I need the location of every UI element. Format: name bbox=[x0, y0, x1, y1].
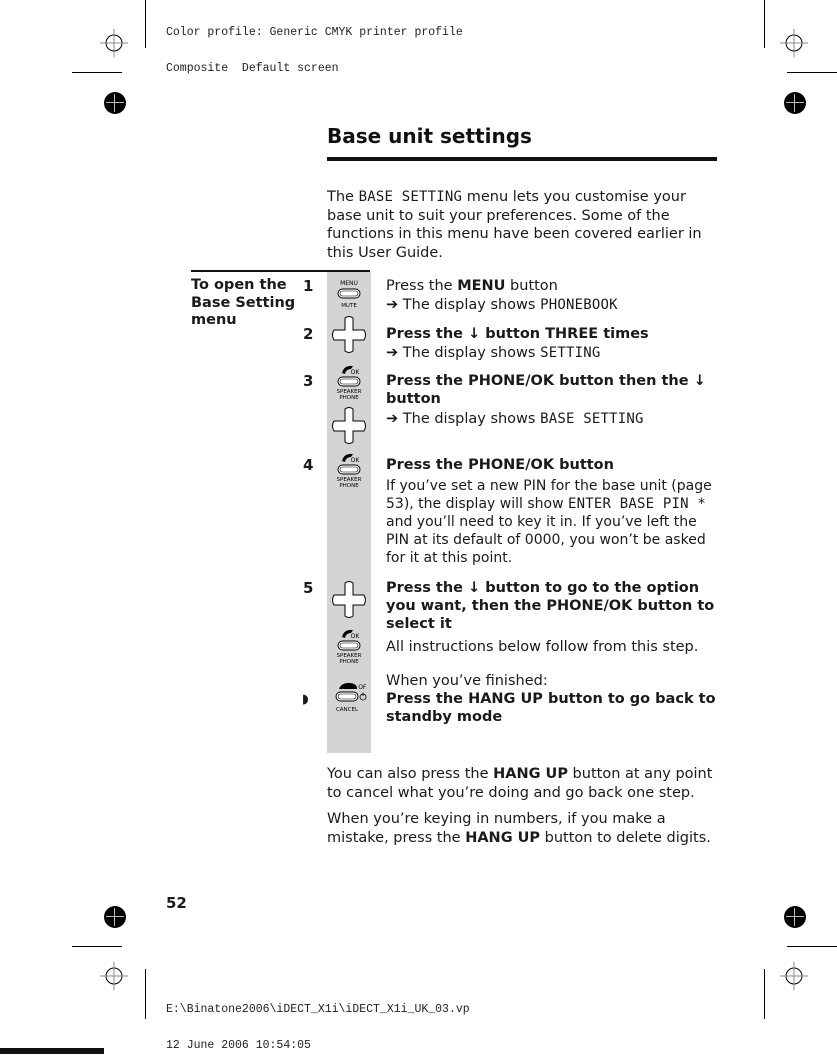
button-name: MENU bbox=[457, 278, 506, 294]
step-text: and you’ll need to key it in. If you’ve … bbox=[386, 514, 706, 566]
arrow-icon: ➔ bbox=[386, 411, 399, 427]
print-header-line-1: Color profile: Generic CMYK printer prof… bbox=[166, 26, 463, 39]
arrow-icon: ➔ bbox=[386, 297, 399, 313]
step-heading: Press the ↓ button THREE times bbox=[386, 326, 649, 342]
crop-mark bbox=[145, 0, 146, 48]
icon-label: PHONE bbox=[339, 395, 359, 401]
lcd-text: BASE SETTING bbox=[358, 189, 463, 205]
step-number: 2 bbox=[303, 325, 314, 343]
step-number: 5 bbox=[303, 579, 314, 597]
section-label: To open the Base Setting menu bbox=[191, 277, 296, 328]
button-name: HANG UP bbox=[468, 691, 543, 707]
button-name: HANG UP bbox=[465, 829, 541, 846]
note-text: You can also press the bbox=[327, 766, 494, 782]
title-rule bbox=[327, 157, 717, 161]
navigation-pad-icon bbox=[332, 316, 366, 353]
note-text: button to delete digits. bbox=[540, 829, 711, 846]
page-number: 52 bbox=[166, 894, 187, 912]
registration-target-icon bbox=[100, 962, 128, 990]
icon-label: OK bbox=[351, 633, 361, 640]
registration-dot-icon bbox=[784, 906, 806, 928]
step-text: All instructions below follow from this … bbox=[386, 639, 699, 655]
registration-dot-icon bbox=[104, 92, 126, 114]
phone-ok-speakerphone-button-icon: OK SPEAKER PHONE bbox=[337, 629, 362, 665]
registration-target-icon bbox=[780, 29, 808, 57]
print-footer-line-1: E:\Binatone2006\iDECT_X1i\iDECT_X1i_UK_0… bbox=[166, 1003, 470, 1016]
button-name: PHONE/OK bbox=[468, 373, 555, 389]
phone-ok-speakerphone-button-icon: OK SPEAKER PHONE bbox=[337, 453, 362, 489]
menu-mute-button-icon: MENU MUTE bbox=[337, 280, 361, 309]
icon-label: OFF bbox=[358, 684, 367, 691]
step-heading: Press the bbox=[386, 373, 469, 389]
display-text: The display shows bbox=[398, 297, 541, 313]
step-number: 1 bbox=[303, 277, 314, 295]
step-5: Press the ↓ button to go to the option y… bbox=[386, 579, 721, 656]
print-header-line-2: Composite Default screen bbox=[166, 62, 339, 75]
button-name: HANG UP bbox=[493, 766, 568, 782]
step-heading: Press the bbox=[386, 278, 458, 294]
step-heading: button bbox=[505, 278, 558, 294]
icon-label: MUTE bbox=[341, 303, 357, 309]
step-heading: Press the bbox=[386, 691, 469, 707]
icon-label: CANCEL bbox=[336, 707, 359, 713]
crop-mark bbox=[72, 72, 122, 73]
icon-label: OK bbox=[351, 457, 361, 464]
print-footer-line-2: 12 June 2006 10:54:05 bbox=[166, 1039, 311, 1052]
navigation-pad-icon bbox=[332, 407, 366, 444]
icon-label: PHONE bbox=[339, 659, 359, 665]
crop-mark bbox=[145, 969, 146, 1019]
crop-mark bbox=[764, 969, 765, 1019]
lcd-text: SETTING bbox=[540, 345, 601, 361]
step-number: 3 bbox=[303, 372, 314, 390]
step-text: When you’ve finished: bbox=[386, 673, 548, 689]
icon-label: PHONE bbox=[339, 483, 359, 489]
print-footer: E:\Binatone2006\iDECT_X1i\iDECT_X1i_UK_0… bbox=[166, 980, 470, 1064]
intro-paragraph: The BASE SETTING menu lets you customise… bbox=[327, 188, 722, 262]
crop-mark bbox=[787, 72, 837, 73]
registration-dot-icon bbox=[784, 92, 806, 114]
step-4: Press the PHONE/OK button If you’ve set … bbox=[386, 456, 721, 567]
final-step-bullet: ◗ bbox=[302, 692, 309, 707]
phone-ok-speakerphone-button-icon: OK SPEAKER PHONE bbox=[337, 365, 362, 401]
button-name: PHONE/OK bbox=[546, 598, 633, 614]
step-heading: Press the bbox=[386, 457, 469, 473]
button-name: PHONE/OK bbox=[468, 457, 555, 473]
lcd-text: PHONEBOOK bbox=[540, 297, 618, 313]
display-text: The display shows bbox=[398, 345, 541, 361]
crop-mark bbox=[72, 946, 122, 947]
lcd-text: ENTER BASE PIN * bbox=[567, 496, 707, 512]
intro-text: The bbox=[327, 189, 359, 205]
step-heading: button bbox=[554, 457, 614, 473]
color-bar bbox=[0, 1048, 104, 1054]
arrow-icon: ➔ bbox=[386, 345, 399, 361]
print-header: Color profile: Generic CMYK printer prof… bbox=[166, 3, 463, 87]
note-paragraph: You can also press the HANG UP button at… bbox=[327, 765, 722, 802]
registration-target-icon bbox=[780, 962, 808, 990]
registration-target-icon bbox=[100, 29, 128, 57]
step-3: Press the PHONE/OK button then the ↓ but… bbox=[386, 372, 721, 428]
step-1: Press the MENU button ➔ The display show… bbox=[386, 277, 721, 314]
icon-label: OK bbox=[351, 369, 361, 376]
registration-dot-icon bbox=[104, 906, 126, 928]
lcd-text: BASE SETTING bbox=[540, 411, 644, 427]
icon-label: MENU bbox=[340, 280, 358, 287]
display-text: The display shows bbox=[398, 411, 541, 427]
notes: You can also press the HANG UP button at… bbox=[327, 765, 722, 855]
step-2: Press the ↓ button THREE times ➔ The dis… bbox=[386, 325, 721, 362]
step-finish: When you’ve finished: Press the HANG UP … bbox=[386, 672, 721, 726]
crop-mark bbox=[764, 0, 765, 48]
page-title: Base unit settings bbox=[327, 124, 532, 148]
crop-mark bbox=[787, 946, 837, 947]
navigation-pad-icon bbox=[332, 581, 366, 618]
hang-up-cancel-button-icon: OFF CANCEL bbox=[335, 683, 367, 713]
note-paragraph: When you’re keying in numbers, if you ma… bbox=[327, 810, 722, 847]
step-number: 4 bbox=[303, 456, 314, 474]
